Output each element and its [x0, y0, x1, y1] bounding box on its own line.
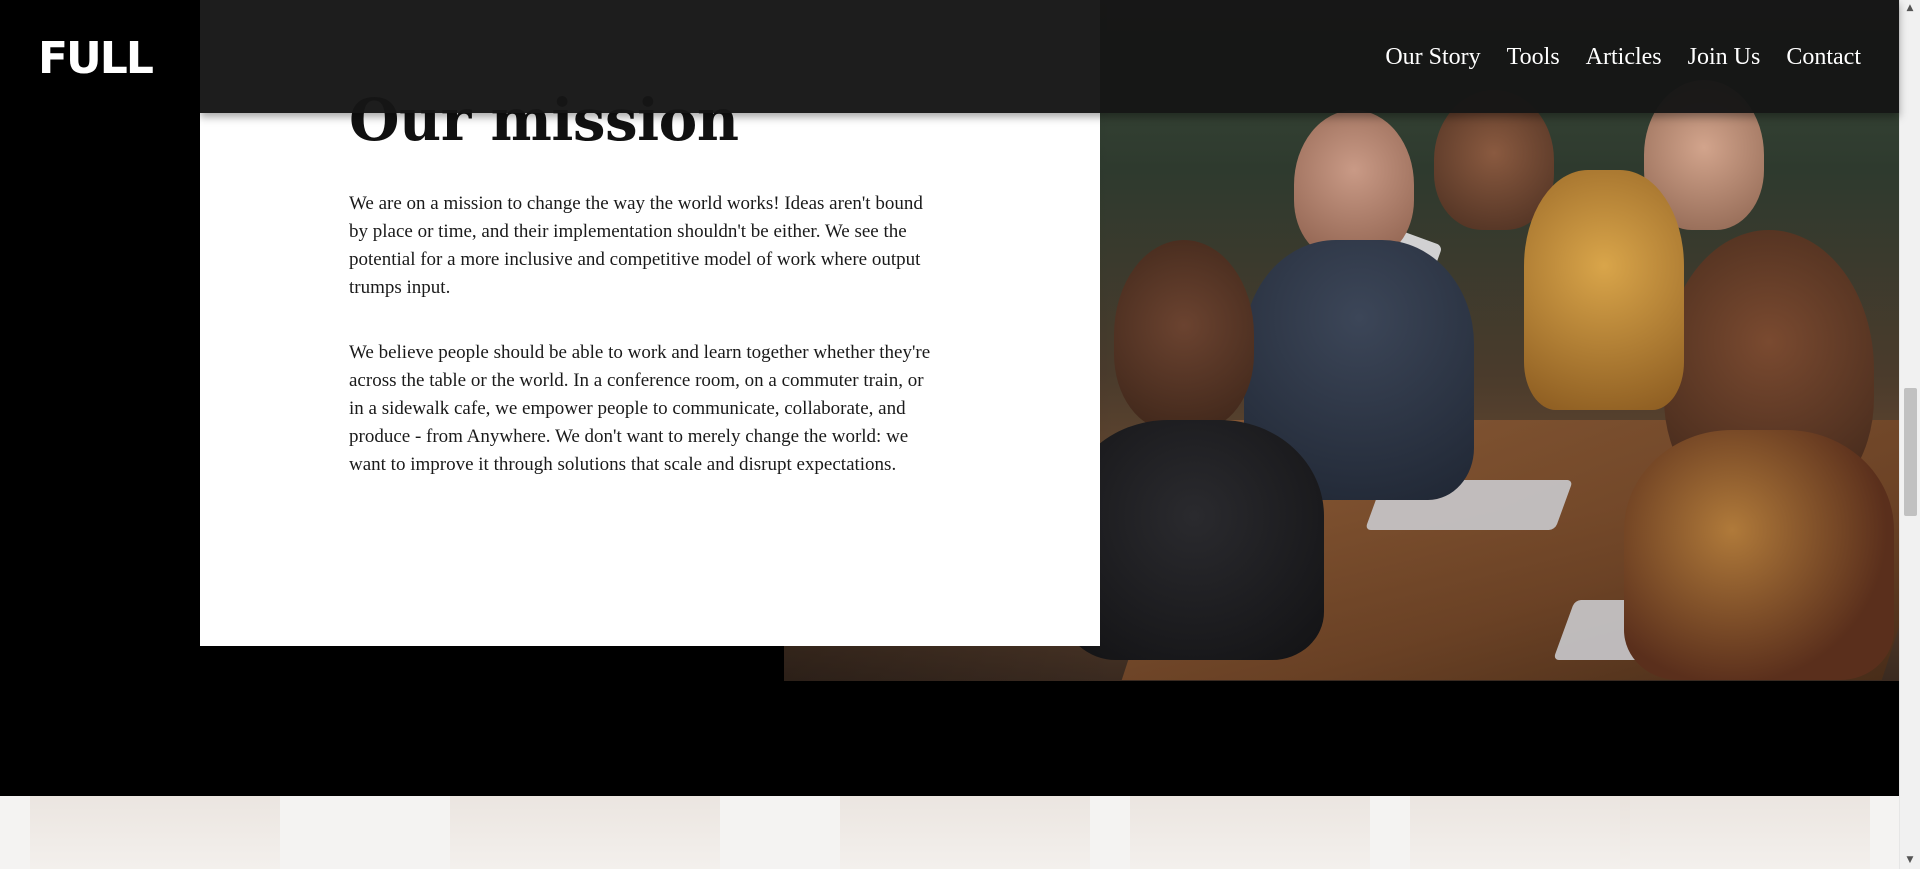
- logo-area: FULL: [0, 0, 200, 113]
- faded-portrait: [1410, 796, 1630, 869]
- site-header: FULL Our Story Tools Articles Join Us Co…: [0, 0, 1899, 113]
- scrollbar-thumb[interactable]: [1904, 388, 1917, 516]
- mission-content: Our mission We are on a mission to chang…: [349, 88, 939, 479]
- vertical-scrollbar[interactable]: ▲ ▼: [1899, 0, 1920, 869]
- nav-bar: Our Story Tools Articles Join Us Contact: [200, 0, 1899, 113]
- faded-portrait: [30, 796, 280, 869]
- scroll-up-icon[interactable]: ▲: [1900, 0, 1920, 17]
- nav-articles[interactable]: Articles: [1586, 40, 1662, 74]
- faded-portrait: [450, 796, 720, 869]
- next-section-photo-strip: [0, 796, 1899, 869]
- faded-portrait: [1620, 796, 1870, 869]
- full-logo: FULL: [38, 33, 154, 84]
- faded-portrait: [1130, 796, 1370, 869]
- scroll-down-icon[interactable]: ▼: [1900, 852, 1920, 869]
- mission-paragraph-2: We believe people should be able to work…: [349, 342, 931, 475]
- nav-join-us[interactable]: Join Us: [1688, 40, 1761, 74]
- faded-portrait: [840, 796, 1090, 869]
- nav-our-story[interactable]: Our Story: [1385, 40, 1480, 74]
- nav-contact[interactable]: Contact: [1786, 40, 1861, 74]
- page: Our mission We are on a mission to chang…: [0, 0, 1920, 869]
- logo-link[interactable]: FULL: [38, 33, 154, 84]
- nav-tools[interactable]: Tools: [1507, 40, 1560, 74]
- mission-paragraph-1: We are on a mission to change the way th…: [349, 193, 923, 298]
- main-nav: Our Story Tools Articles Join Us Contact: [1385, 40, 1861, 74]
